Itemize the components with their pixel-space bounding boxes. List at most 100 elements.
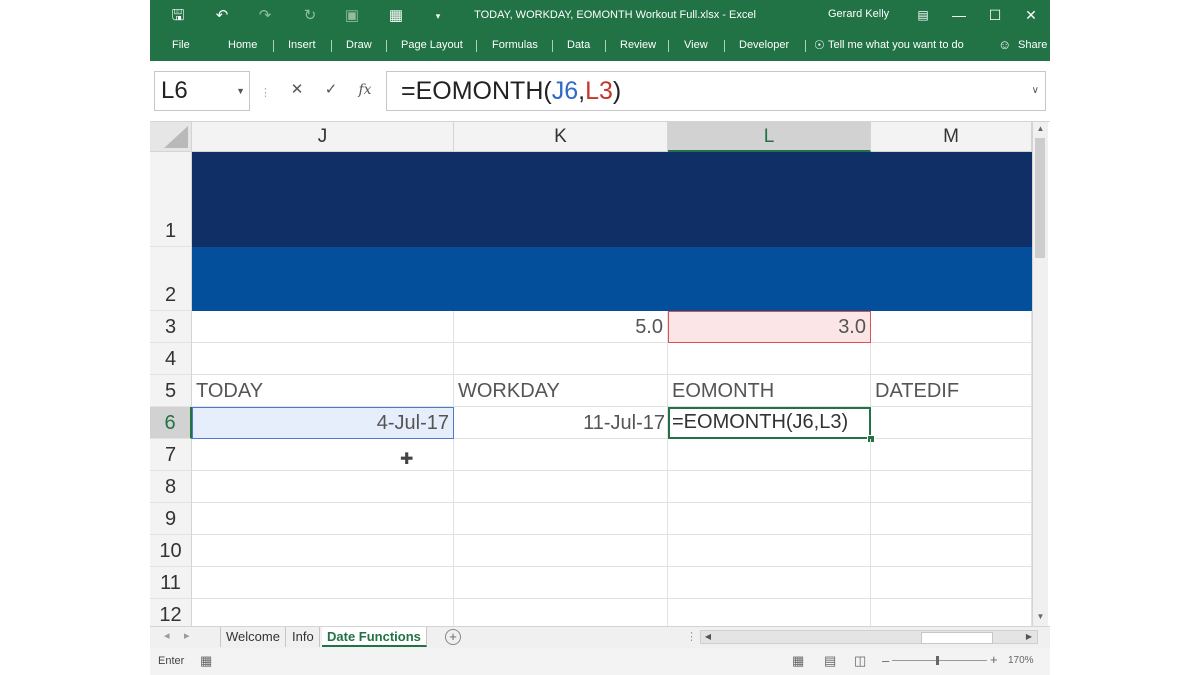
cell-l6-active[interactable]: =EOMONTH(J6,L3)	[668, 407, 871, 439]
sheet-tab-info[interactable]: Info	[287, 627, 320, 647]
tab-developer[interactable]: Developer	[739, 39, 789, 51]
cell-j11[interactable]	[192, 567, 454, 599]
enter-check-icon[interactable]: ✓	[320, 79, 342, 101]
cell-l11[interactable]	[668, 567, 871, 599]
cell-j6[interactable]: 4-Jul-17	[192, 407, 454, 439]
tab-split-handle[interactable]: ⋮	[686, 630, 697, 643]
sheet-tab-welcome[interactable]: Welcome	[220, 627, 286, 647]
cell-k10[interactable]	[454, 535, 668, 567]
zoom-level[interactable]: 170%	[1008, 655, 1034, 666]
sheet-tab-date-functions[interactable]: Date Functions	[322, 627, 427, 647]
row-header-1[interactable]: 1	[150, 152, 192, 247]
cell-k5[interactable]: WORKDAY	[454, 375, 668, 407]
row-header-2[interactable]: 2	[150, 247, 192, 311]
sheet-next-icon[interactable]: ▸	[184, 629, 190, 642]
column-header-l[interactable]: L	[668, 122, 871, 152]
page-layout-view-icon[interactable]: ▤	[824, 653, 836, 669]
row-header-10[interactable]: 10	[150, 535, 192, 567]
close-icon[interactable]: ✕	[1018, 4, 1044, 26]
redo-icon[interactable]: ↷	[255, 6, 275, 26]
scroll-right-icon[interactable]: ▶	[1023, 631, 1035, 643]
undo-icon[interactable]: ↶	[212, 6, 232, 26]
vertical-scrollbar[interactable]: ▲ ▼	[1032, 122, 1048, 626]
cell-j8[interactable]	[192, 471, 454, 503]
cell-l5[interactable]: EOMONTH	[668, 375, 871, 407]
scroll-up-icon[interactable]: ▲	[1033, 122, 1048, 136]
column-header-j[interactable]: J	[192, 122, 454, 152]
tab-insert[interactable]: Insert	[288, 39, 316, 51]
share-person-icon[interactable]: ☺	[998, 37, 1011, 52]
tab-view[interactable]: View	[684, 39, 708, 51]
page-break-preview-icon[interactable]: ◫	[854, 653, 866, 669]
select-all-corner[interactable]	[150, 122, 192, 152]
cell-l8[interactable]	[668, 471, 871, 503]
cell-m8[interactable]	[871, 471, 1032, 503]
row-header-9[interactable]: 9	[150, 503, 192, 535]
tab-formulas[interactable]: Formulas	[492, 39, 538, 51]
name-box[interactable]: L6 ▼	[154, 71, 250, 111]
user-name[interactable]: Gerard Kelly	[828, 8, 889, 20]
row-header-12[interactable]: 12	[150, 599, 192, 626]
cell-l3[interactable]: 3.0	[668, 311, 871, 343]
formula-input[interactable]: =EOMONTH(J6,L3) ∨	[386, 71, 1046, 111]
touch-mode-icon[interactable]: ↻	[300, 6, 320, 26]
cell-m6[interactable]	[871, 407, 1032, 439]
zoom-in-icon[interactable]: +	[990, 652, 998, 667]
cell-l9[interactable]	[668, 503, 871, 535]
header-band-row-2[interactable]	[192, 247, 1032, 311]
cell-j12[interactable]	[192, 599, 454, 626]
cell-l10[interactable]	[668, 535, 871, 567]
tab-home[interactable]: Home	[228, 39, 257, 51]
sheet-prev-icon[interactable]: ◂	[164, 629, 170, 642]
cell-m5[interactable]: DATEDIF	[871, 375, 1032, 407]
row-header-7[interactable]: 7	[150, 439, 192, 471]
scroll-down-icon[interactable]: ▼	[1033, 610, 1048, 624]
horizontal-scrollbar[interactable]: ◀ ▶	[700, 630, 1038, 644]
header-band-row-1[interactable]	[192, 152, 1032, 247]
cell-j4[interactable]	[192, 343, 454, 375]
add-sheet-icon[interactable]: +	[445, 629, 461, 645]
cell-j9[interactable]	[192, 503, 454, 535]
scroll-left-icon[interactable]: ◀	[702, 631, 714, 643]
cell-k12[interactable]	[454, 599, 668, 626]
cell-m3[interactable]	[871, 311, 1032, 343]
vertical-scroll-thumb[interactable]	[1035, 138, 1045, 258]
cell-m9[interactable]	[871, 503, 1032, 535]
column-header-m[interactable]: M	[871, 122, 1032, 152]
cell-k7[interactable]	[454, 439, 668, 471]
camera-icon[interactable]: ▣	[342, 6, 362, 26]
row-header-6[interactable]: 6	[150, 407, 192, 439]
insert-function-icon[interactable]: fx	[354, 79, 376, 101]
row-header-11[interactable]: 11	[150, 567, 192, 599]
cell-m12[interactable]	[871, 599, 1032, 626]
row-header-4[interactable]: 4	[150, 343, 192, 375]
chevron-down-icon[interactable]: ▼	[236, 72, 245, 110]
zoom-out-icon[interactable]: –	[882, 653, 889, 668]
expand-formula-bar-icon[interactable]: ∨	[1032, 72, 1039, 110]
row-header-8[interactable]: 8	[150, 471, 192, 503]
cell-m7[interactable]	[871, 439, 1032, 471]
cell-k11[interactable]	[454, 567, 668, 599]
normal-view-icon[interactable]: ▦	[792, 653, 804, 669]
tab-file[interactable]: File	[172, 39, 190, 51]
save-icon[interactable]: 🖫	[168, 6, 188, 26]
cell-l12[interactable]	[668, 599, 871, 626]
cancel-icon[interactable]: ✕	[286, 79, 308, 101]
zoom-slider-knob[interactable]	[936, 656, 939, 665]
row-header-3[interactable]: 3	[150, 311, 192, 343]
column-header-k[interactable]: K	[454, 122, 668, 152]
cell-k8[interactable]	[454, 471, 668, 503]
tab-page-layout[interactable]: Page Layout	[401, 39, 463, 51]
tell-me-search[interactable]: Tell me what you want to do	[828, 39, 964, 51]
cell-k6[interactable]: 11-Jul-17	[454, 407, 668, 439]
minimize-icon[interactable]: —	[946, 4, 972, 26]
zoom-slider[interactable]	[892, 656, 987, 665]
macro-recording-icon[interactable]: ▦	[200, 653, 212, 669]
cell-m10[interactable]	[871, 535, 1032, 567]
share-button[interactable]: Share	[1018, 39, 1047, 51]
cell-k3[interactable]: 5.0	[454, 311, 668, 343]
tab-data[interactable]: Data	[567, 39, 590, 51]
cell-j3[interactable]	[192, 311, 454, 343]
calculator-icon[interactable]: ▦	[386, 6, 406, 26]
formula-bar-resize-handle[interactable]: ⋮	[260, 86, 271, 99]
